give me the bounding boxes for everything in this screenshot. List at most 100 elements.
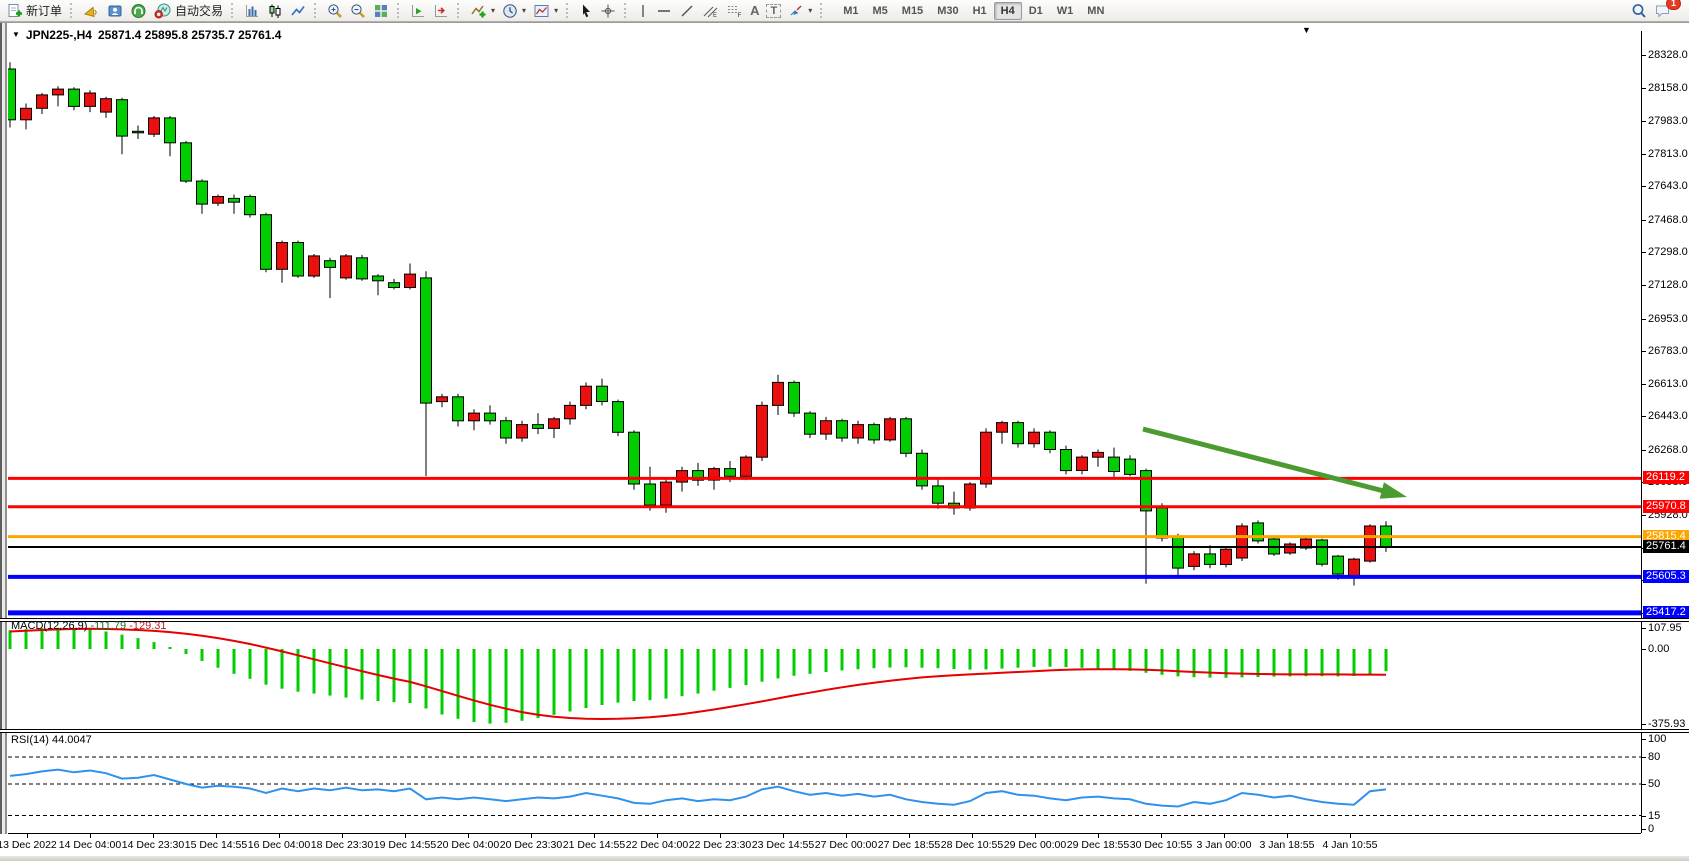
candle-body — [1141, 471, 1152, 511]
time-label: 29 Dec 18:55 — [1067, 839, 1129, 851]
channel-tool-button[interactable]: E — [699, 1, 722, 21]
candle-body — [581, 386, 592, 405]
zoom-in-icon — [327, 3, 343, 19]
candle-body — [901, 419, 912, 454]
timeframe-button-w1[interactable]: W1 — [1050, 2, 1081, 20]
chart-title-ohlc: 25871.4 25895.8 25735.7 25761.4 — [98, 28, 282, 42]
time-tick — [405, 833, 406, 838]
price-tick-label-tick — [1641, 220, 1646, 221]
toolbar-separator — [624, 3, 629, 18]
templates-menu-button[interactable]: ▾ — [530, 1, 561, 21]
time-label: 22 Dec 04:00 — [626, 839, 688, 851]
candle-body — [885, 419, 896, 440]
annotation-arrow-head[interactable] — [1380, 482, 1407, 498]
arrows-menu-button[interactable]: ▾ — [785, 1, 815, 21]
candle-body — [533, 425, 544, 429]
hline-tool-button[interactable] — [653, 1, 675, 21]
svg-text:E: E — [713, 13, 717, 19]
arrows-tool-icon — [788, 3, 804, 19]
template-icon — [533, 3, 550, 19]
price-line-label: 25605.3 — [1643, 570, 1689, 583]
zoom-out-button[interactable] — [347, 1, 369, 21]
time-label: 14 Dec 23:30 — [122, 839, 184, 851]
candle-body — [277, 243, 288, 270]
rsi-axis-label-tick — [1641, 757, 1646, 758]
macd-panel-canvas[interactable] — [8, 621, 1644, 729]
annotation-arrow-line[interactable] — [1143, 429, 1387, 492]
candle-body — [565, 405, 576, 418]
zoom-in-button[interactable] — [324, 1, 346, 21]
label-tool-button[interactable]: T — [763, 1, 784, 21]
market-button[interactable] — [104, 1, 126, 21]
cursor-icon — [579, 3, 593, 19]
panel-divider[interactable] — [0, 729, 1689, 733]
candle-body — [149, 118, 160, 134]
chart-shift-button[interactable] — [430, 1, 452, 21]
chart-window[interactable]: ▼ JPN225-,H4 25871.4 25895.8 25735.7 257… — [0, 22, 1689, 861]
candle-body — [965, 484, 976, 508]
autotrade-button[interactable]: 自动交易 — [151, 1, 226, 21]
scroll-anchor-icon[interactable]: ▼ — [1302, 25, 1311, 35]
price-line-label: 25970.8 — [1643, 500, 1689, 513]
rsi-label: RSI(14) 44.0047 — [11, 734, 92, 746]
timeframe-button-h4[interactable]: H4 — [994, 2, 1022, 20]
rsi-axis-label-tick — [1641, 739, 1646, 740]
candle-body — [1365, 526, 1376, 561]
candle-body — [933, 486, 944, 503]
chevron-down-icon: ▾ — [522, 6, 526, 15]
candle-body — [1205, 554, 1216, 565]
alerts-button[interactable] — [80, 1, 103, 21]
tile-windows-icon — [373, 3, 389, 19]
fibonacci-tool-button[interactable]: F — [723, 1, 746, 21]
crosshair-tool-button[interactable] — [597, 1, 619, 21]
timeframe-button-d1[interactable]: D1 — [1022, 2, 1050, 20]
chat-button[interactable]: 1 — [1651, 1, 1675, 21]
chart-bars-button[interactable] — [241, 1, 263, 21]
periods-menu-button[interactable]: ▾ — [499, 1, 529, 21]
candle-body — [1013, 423, 1024, 444]
candle-body — [101, 99, 112, 112]
toolbar-separator — [457, 3, 462, 18]
tile-windows-button[interactable] — [370, 1, 392, 21]
candle-body — [133, 131, 144, 133]
search-button[interactable] — [1628, 1, 1650, 21]
new-order-button[interactable]: 新订单 — [4, 1, 65, 21]
auto-scroll-button[interactable] — [407, 1, 429, 21]
rsi-axis-label-tick — [1641, 784, 1646, 785]
candles-chart-icon — [267, 3, 283, 19]
macd-axis-label: 0.00 — [1648, 643, 1669, 655]
vline-tool-button[interactable] — [634, 1, 652, 21]
time-tick — [1287, 833, 1288, 838]
text-tool-button[interactable]: A — [747, 1, 762, 21]
timeframe-button-m1[interactable]: M1 — [836, 2, 865, 20]
timeframe-button-m30[interactable]: M30 — [930, 2, 965, 20]
price-tick-label-tick — [1641, 121, 1646, 122]
indicators-menu-button[interactable]: ▾ — [467, 1, 498, 21]
headset-orb-icon — [130, 3, 147, 19]
channel-icon: E — [702, 3, 719, 19]
price-tick-label-tick — [1641, 252, 1646, 253]
candle-body — [1189, 554, 1200, 567]
autotrade-label: 自动交易 — [175, 2, 223, 19]
trendline-tool-button[interactable] — [676, 1, 698, 21]
time-label: 30 Dec 10:55 — [1130, 839, 1192, 851]
price-chart-canvas[interactable] — [8, 31, 1644, 619]
panel-divider[interactable] — [0, 618, 1689, 622]
time-tick — [27, 833, 28, 838]
timeframe-button-m5[interactable]: M5 — [866, 2, 895, 20]
cursor-tool-button[interactable] — [576, 1, 596, 21]
fibonacci-icon: F — [726, 3, 743, 19]
price-tick-label-tick — [1641, 55, 1646, 56]
timeframe-button-m15[interactable]: M15 — [895, 2, 930, 20]
rsi-panel-canvas[interactable] — [8, 733, 1644, 833]
candle-body — [661, 482, 672, 505]
symbol-dropdown-icon[interactable]: ▼ — [12, 30, 20, 40]
timeframe-button-h1[interactable]: H1 — [966, 2, 994, 20]
candle-body — [485, 413, 496, 421]
time-tick — [846, 833, 847, 838]
community-button[interactable] — [127, 1, 150, 21]
timeframe-button-mn[interactable]: MN — [1080, 2, 1111, 20]
chart-candles-button[interactable] — [264, 1, 286, 21]
time-tick — [657, 833, 658, 838]
chart-line-button[interactable] — [287, 1, 309, 21]
